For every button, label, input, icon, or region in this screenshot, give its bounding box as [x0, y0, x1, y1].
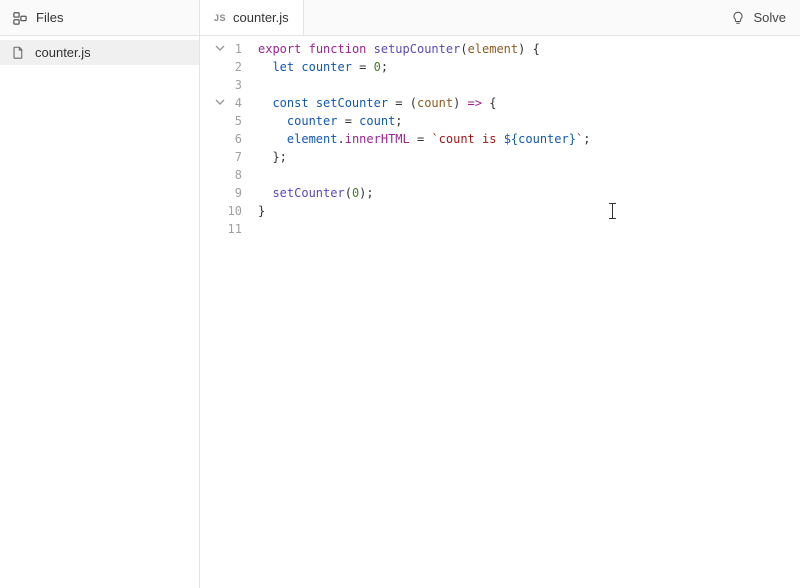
tab-label: counter.js — [233, 10, 289, 25]
code-editor[interactable]: 1234567891011 export function setupCount… — [200, 36, 800, 588]
top-bar: Files JS counter.js Solve — [0, 0, 800, 36]
line-number: 3 — [226, 76, 242, 94]
line-number: 5 — [226, 112, 242, 130]
gutter-line: 5 — [200, 112, 248, 130]
gutter-line: 6 — [200, 130, 248, 148]
gutter-line: 4 — [200, 94, 248, 112]
file-item-label: counter.js — [35, 45, 91, 60]
gutter-line: 11 — [200, 220, 248, 238]
code-line[interactable] — [258, 220, 800, 238]
gutter-line: 9 — [200, 184, 248, 202]
code-line[interactable]: let counter = 0; — [258, 58, 800, 76]
code-line[interactable]: element.innerHTML = `count is ${counter}… — [258, 130, 800, 148]
code-line[interactable]: } — [258, 202, 800, 220]
line-number: 1 — [226, 40, 242, 58]
files-tree-icon — [12, 10, 28, 26]
line-number: 4 — [226, 94, 242, 112]
line-number: 9 — [226, 184, 242, 202]
solve-label: Solve — [753, 10, 786, 25]
code-line[interactable]: const setCounter = (count) => { — [258, 94, 800, 112]
js-file-icon: JS — [214, 13, 226, 23]
file-icon — [12, 45, 27, 60]
line-number: 8 — [226, 166, 242, 184]
line-number: 6 — [226, 130, 242, 148]
code-line[interactable]: counter = count; — [258, 112, 800, 130]
gutter-line: 8 — [200, 166, 248, 184]
gutter-line: 1 — [200, 40, 248, 58]
gutter-line: 7 — [200, 148, 248, 166]
tab-counter-js[interactable]: JS counter.js — [200, 0, 304, 35]
code-line[interactable]: }; — [258, 148, 800, 166]
line-number: 2 — [226, 58, 242, 76]
code-line[interactable] — [258, 76, 800, 94]
gutter: 1234567891011 — [200, 36, 248, 588]
gutter-line: 2 — [200, 58, 248, 76]
gutter-line: 10 — [200, 202, 248, 220]
line-number: 11 — [226, 220, 242, 238]
file-item-counter-js[interactable]: counter.js — [0, 40, 199, 65]
solve-button[interactable]: Solve — [717, 0, 800, 35]
code-area[interactable]: export function setupCounter(element) { … — [248, 36, 800, 588]
code-line[interactable]: setCounter(0); — [258, 184, 800, 202]
main-area: counter.js 1234567891011 export function… — [0, 36, 800, 588]
chevron-down-icon[interactable] — [214, 96, 226, 108]
code-line[interactable]: export function setupCounter(element) { — [258, 40, 800, 58]
gutter-line: 3 — [200, 76, 248, 94]
files-panel-label: Files — [36, 10, 63, 25]
tab-bar: JS counter.js — [200, 0, 717, 35]
line-number: 10 — [226, 202, 242, 220]
files-panel-header[interactable]: Files — [0, 0, 200, 35]
files-sidebar: counter.js — [0, 36, 200, 588]
lightbulb-icon — [731, 10, 747, 26]
line-number: 7 — [226, 148, 242, 166]
code-line[interactable] — [258, 166, 800, 184]
chevron-down-icon[interactable] — [214, 42, 226, 54]
